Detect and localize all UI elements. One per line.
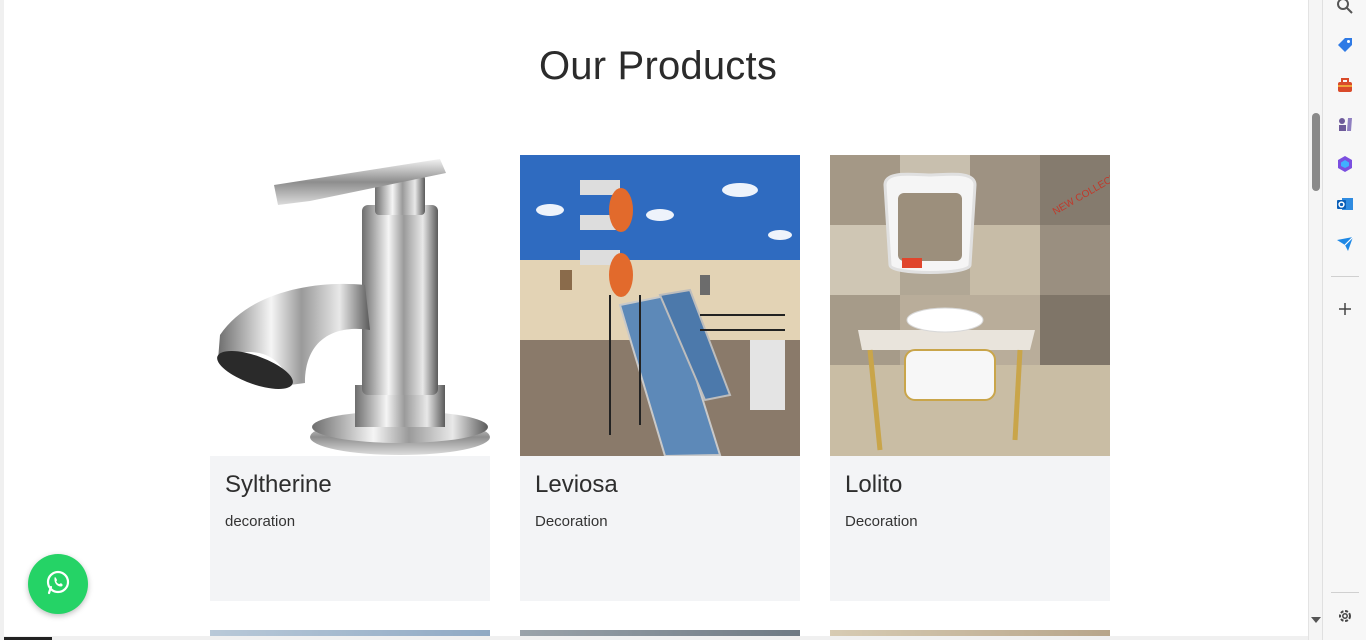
whatsapp-button[interactable] bbox=[28, 554, 88, 614]
sidebar-divider bbox=[1331, 276, 1359, 277]
plus-icon[interactable] bbox=[1335, 299, 1355, 319]
send-icon[interactable] bbox=[1335, 234, 1355, 254]
page-scrollbar[interactable] bbox=[1308, 0, 1322, 640]
product-image[interactable] bbox=[520, 155, 800, 456]
product-image[interactable]: NEW COLLECTION bbox=[830, 155, 1110, 456]
product-name[interactable]: Leviosa bbox=[535, 471, 618, 499]
product-name[interactable]: Lolito bbox=[845, 471, 902, 499]
section-title: Our Products bbox=[538, 44, 778, 88]
settings-icon[interactable] bbox=[1335, 606, 1355, 626]
copilot-icon[interactable] bbox=[1335, 154, 1355, 174]
product-card[interactable]: Leviosa Decoration bbox=[520, 155, 800, 601]
product-image[interactable] bbox=[210, 155, 490, 456]
page: Our Products Syltherine decoration Levio… bbox=[0, 0, 1308, 640]
scroll-down-arrow[interactable] bbox=[1311, 617, 1321, 623]
outlook-icon[interactable] bbox=[1335, 194, 1355, 214]
product-category: Decoration bbox=[535, 513, 608, 530]
search-icon[interactable] bbox=[1335, 0, 1355, 16]
whatsapp-icon bbox=[45, 569, 71, 600]
product-card[interactable]: Syltherine decoration bbox=[210, 155, 490, 601]
product-category: decoration bbox=[225, 513, 296, 530]
scrollbar-thumb[interactable] bbox=[1312, 113, 1320, 191]
product-category: Decoration bbox=[845, 513, 918, 530]
toolbox-icon[interactable] bbox=[1335, 75, 1355, 95]
sidebar-divider bbox=[1331, 592, 1359, 593]
product-card[interactable]: NEW COLLECTION Lolito Decoration bbox=[830, 155, 1110, 601]
chess-icon[interactable] bbox=[1335, 114, 1355, 134]
page-bottom-edge bbox=[4, 636, 1308, 640]
tag-icon[interactable] bbox=[1335, 35, 1355, 55]
browser-sidebar bbox=[1322, 0, 1366, 640]
product-name[interactable]: Syltherine bbox=[225, 471, 332, 499]
